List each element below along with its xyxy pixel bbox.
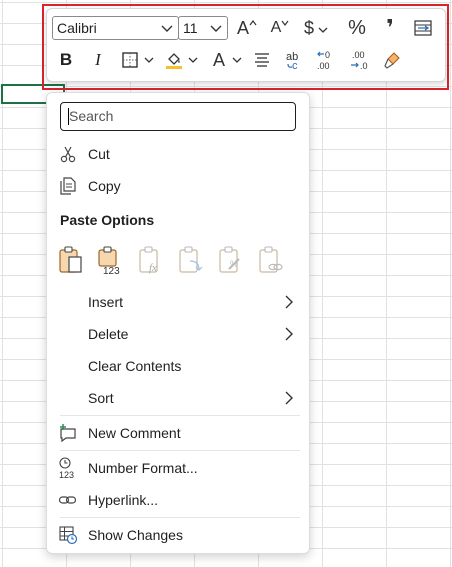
paste-link-icon [259, 246, 283, 273]
fill-color-button[interactable] [163, 47, 185, 73]
menu-item-show-changes[interactable]: Show Changes [47, 521, 309, 549]
menu-item-hyperlink[interactable]: Hyperlink... [47, 486, 309, 514]
comma-style-button[interactable]: ❜ [380, 15, 400, 41]
chevron-right-icon [285, 327, 293, 341]
decrease-decimal-icon: 0 .00 [317, 50, 330, 71]
percent-icon: % [348, 16, 366, 39]
paste-transpose-icon [179, 246, 203, 273]
font-color-button[interactable]: A [209, 47, 229, 73]
svg-text:%: % [230, 259, 238, 269]
scissors-icon [60, 146, 76, 163]
caret-down-icon [281, 20, 289, 26]
chevron-right-icon [285, 295, 293, 309]
bold-button[interactable]: B [55, 47, 77, 73]
accounting-format-button[interactable]: $ [301, 15, 317, 41]
svg-text:.0: .0 [360, 61, 368, 71]
font-size-value: 11 [183, 20, 198, 36]
paste-values-icon[interactable]: 123 [96, 245, 126, 275]
menu-item-delete[interactable]: Delete [47, 320, 309, 348]
percent-style-button[interactable]: % [345, 15, 369, 41]
menu-item-new-comment[interactable]: New Comment [47, 419, 309, 447]
menu-item-number-format[interactable]: 123 Number Format... [47, 454, 309, 482]
format-painter-button[interactable] [381, 47, 403, 73]
svg-text:0: 0 [325, 50, 330, 60]
font-name-value: Calibri [57, 20, 97, 36]
paste-formatting-icon: % [219, 246, 240, 273]
increase-font-icon: A [236, 17, 249, 38]
wrap-text-icon [414, 20, 432, 36]
italic-icon: I [95, 50, 101, 69]
copy-label: Copy [88, 178, 121, 194]
show-changes-icon [59, 526, 78, 545]
menu-item-cut[interactable]: Cut [47, 140, 309, 168]
bold-icon: B [59, 50, 73, 69]
search-input[interactable]: Search [60, 102, 296, 131]
text-cursor [68, 108, 69, 125]
font-name-dropdown[interactable]: Calibri [52, 16, 179, 40]
svg-text:.00: .00 [352, 50, 365, 60]
delete-label: Delete [88, 326, 129, 342]
chevron-down-icon[interactable] [231, 55, 243, 65]
chevron-right-icon [285, 391, 293, 405]
comma-style-icon: ❜ [386, 15, 394, 40]
menu-separator [60, 450, 300, 451]
show-changes-label: Show Changes [88, 527, 183, 543]
number-format-icon: 123 [59, 457, 74, 480]
wrap-text-button[interactable] [411, 15, 435, 41]
clear-contents-label: Clear Contents [88, 358, 182, 374]
menu-separator [60, 415, 300, 416]
svg-text:fx: fx [149, 262, 157, 274]
context-menu: Search Cut Copy Paste Options 123 fx % I… [46, 92, 310, 554]
strikethrough-icon: ab c [286, 51, 298, 71]
copy-icon [60, 177, 76, 195]
chevron-down-icon[interactable] [187, 55, 199, 65]
insert-label: Insert [88, 294, 124, 310]
menu-item-clear-contents[interactable]: Clear Contents [47, 352, 309, 380]
center-align-button[interactable] [251, 47, 273, 73]
borders-button[interactable] [119, 47, 141, 73]
increase-decimal-button[interactable]: .00 .0 [348, 47, 372, 73]
italic-button[interactable]: I [87, 47, 109, 73]
merge-center-button[interactable]: ab c [283, 47, 305, 73]
font-color-icon: A [212, 49, 225, 70]
paste-icon[interactable] [57, 245, 85, 275]
mini-toolbar: Calibri 11 A A $ % ❜ B I A ab c 0 .00 .0… [46, 8, 446, 82]
menu-item-insert[interactable]: Insert [47, 288, 309, 316]
menu-item-copy[interactable]: Copy [47, 172, 309, 200]
currency-icon: $ [303, 17, 314, 38]
font-size-dropdown[interactable]: 11 [178, 16, 228, 40]
number-format-label: Number Format... [88, 460, 198, 476]
comment-icon [60, 424, 76, 443]
chevron-down-icon [210, 25, 222, 32]
decrease-font-icon: A [270, 19, 282, 36]
sort-label: Sort [88, 390, 114, 406]
decrease-font-size-button[interactable]: A [267, 15, 293, 41]
increase-decimal-icon: .00 .0 [351, 50, 368, 71]
search-placeholder: Search [69, 108, 114, 124]
menu-item-sort[interactable]: Sort [47, 384, 309, 412]
paste-options-heading: Paste Options [60, 212, 155, 228]
chevron-down-icon[interactable] [143, 55, 155, 65]
paste-formulas-icon: fx [139, 246, 158, 274]
format-painter-icon [384, 52, 400, 69]
cut-label: Cut [88, 146, 110, 162]
svg-text:c: c [292, 60, 298, 71]
align-center-icon [255, 53, 269, 67]
hyperlink-icon [58, 496, 77, 504]
chevron-down-icon[interactable] [317, 25, 329, 35]
chevron-down-icon [161, 25, 173, 32]
decrease-decimal-button[interactable]: 0 .00 [315, 47, 339, 73]
number-format-badge: 123 [59, 470, 74, 480]
new-comment-label: New Comment [88, 425, 181, 441]
menu-separator [60, 517, 300, 518]
caret-up-icon [249, 20, 257, 26]
svg-text:.00: .00 [317, 61, 330, 71]
borders-icon [122, 52, 138, 68]
paste-values-badge: 123 [103, 266, 120, 275]
increase-font-size-button[interactable]: A [234, 15, 260, 41]
fill-color-icon [166, 53, 182, 69]
hyperlink-label: Hyperlink... [88, 492, 159, 508]
